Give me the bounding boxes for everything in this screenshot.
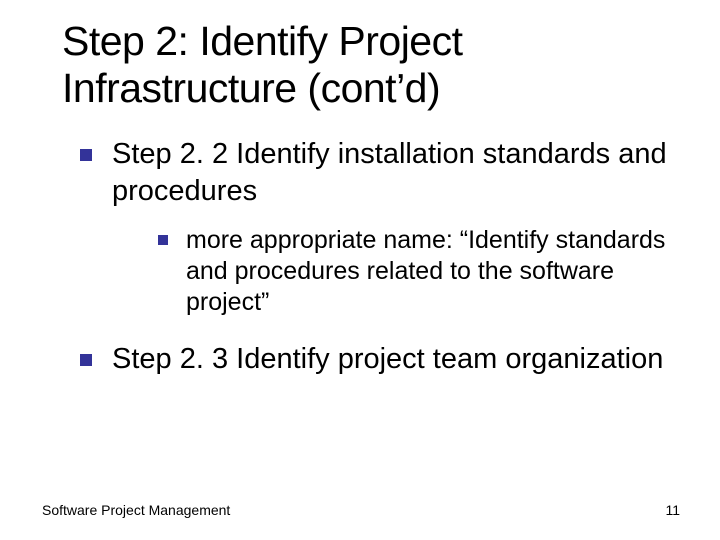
list-item-sub: more appropriate name: “Identify standar… [158, 225, 680, 319]
slide-title: Step 2: Identify Project Infrastructure … [62, 18, 680, 112]
bullet-square-icon [158, 235, 168, 245]
list-item: Step 2. 3 Identify project team organiza… [80, 341, 680, 377]
bullet-text: more appropriate name: “Identify standar… [186, 225, 680, 319]
bullet-list: Step 2. 2 Identify installation standard… [62, 136, 680, 377]
bullet-square-icon [80, 354, 92, 366]
bullet-text: Step 2. 2 Identify installation standard… [112, 136, 680, 209]
bullet-square-icon [80, 149, 92, 161]
footer-text: Software Project Management [42, 502, 230, 518]
page-number: 11 [665, 502, 680, 518]
bullet-text: Step 2. 3 Identify project team organiza… [112, 341, 663, 377]
list-item: Step 2. 2 Identify installation standard… [80, 136, 680, 209]
slide: Step 2: Identify Project Infrastructure … [0, 0, 720, 540]
